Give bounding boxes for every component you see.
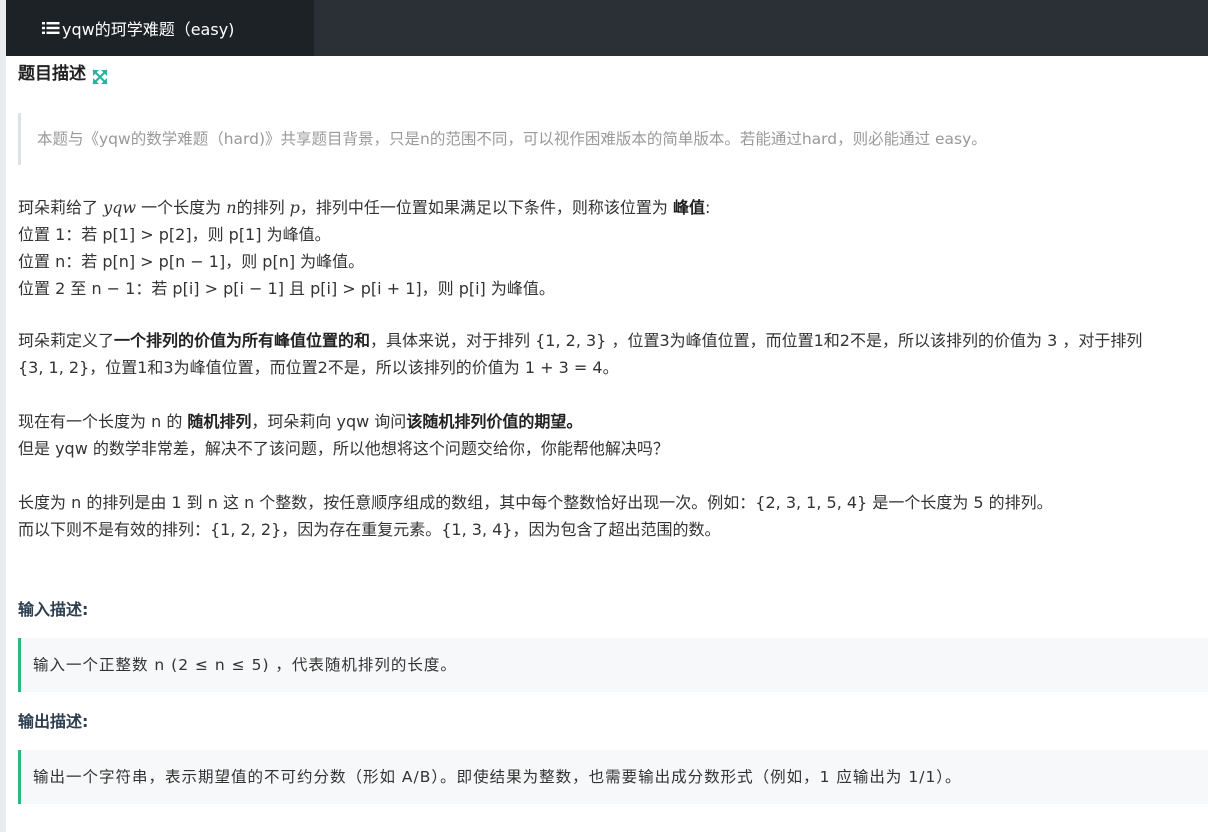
permutation-line-2: 而以下则不是有效的排列：{1, 2, 2}，因为存在重复元素。{1, 3, 4}… (18, 520, 721, 539)
math-p: p (289, 198, 300, 217)
input-description: 输入一个正整数 n (2 ≤ n ≤ 5) ，代表随机排列的长度。 (33, 656, 457, 674)
text-segment: 现在有一个长度为 n 的 (18, 412, 188, 431)
note-text: 本题与《yqw的数学难题（hard)》共享题目背景，只是n的范围不同，可以视作困… (37, 130, 987, 148)
note-blockquote: 本题与《yqw的数学难题（hard)》共享题目背景，只是n的范围不同，可以视作困… (18, 113, 1201, 165)
list-icon (42, 21, 60, 35)
heading-text: 题目描述 (18, 64, 86, 84)
bold-term-random-perm: 随机排列 (187, 412, 252, 431)
text-segment: 珂朵莉定义了 (18, 331, 115, 350)
text-segment: 珂朵莉给了 (18, 198, 104, 217)
definition-line-1: 珂朵莉给了 yqw 一个长度为 n的排列 p，排列中任一位置如果满足以下条件，则… (18, 194, 710, 221)
bold-term-value: 一个排列的价值为所有峰值位置的和 (114, 331, 371, 350)
bold-term-expectation: 该随机排列价值的期望。 (406, 412, 583, 431)
output-description-box: 输出一个字符串，表示期望值的不可约分数（形如 A/B）。即使结果为整数，也需要输… (18, 750, 1208, 804)
input-label: 输入描述: (18, 600, 89, 619)
tab-bar: yqw的珂学难题（easy) (6, 0, 1208, 56)
bold-term-peak: 峰值 (673, 198, 706, 217)
value-definition-line-2: {3, 1, 2}，位置1和3为峰值位置，而位置2不是，所以该排列的价值为 1 … (18, 358, 619, 377)
output-label: 输出描述: (18, 712, 89, 731)
permutation-line-1: 长度为 n 的排列是由 1 到 n 这 n 个整数，按任意顺序组成的数组，其中每… (18, 493, 1053, 512)
left-edge-strip (0, 0, 6, 832)
tab-title: yqw的珂学难题（easy) (62, 20, 235, 39)
output-description: 输出一个字符串，表示期望值的不可约分数（形如 A/B）。即使结果为整数，也需要输… (33, 768, 962, 786)
problem-heading: 题目描述 (18, 61, 108, 88)
text-segment: 的排列 (236, 198, 290, 217)
tab-problem[interactable]: yqw的珂学难题（easy) (6, 0, 314, 56)
input-description-box: 输入一个正整数 n (2 ≤ n ≤ 5) ，代表随机排列的长度。 (18, 638, 1208, 692)
expand-arrows-icon[interactable] (92, 67, 108, 85)
definition-line-4: 位置 2 至 n − 1：若 p[i] > p[i − 1] 且 p[i] > … (18, 279, 555, 298)
text-segment: 一个长度为 (136, 198, 227, 217)
definition-line-2: 位置 1：若 p[1] > p[2]，则 p[1] 为峰值。 (18, 225, 331, 244)
math-n: n (226, 198, 237, 217)
definition-line-3: 位置 n：若 p[n] > p[n − 1]，则 p[n] 为峰值。 (18, 252, 365, 271)
task-line-1: 现在有一个长度为 n 的 随机排列，珂朵莉向 yqw 询问该随机排列价值的期望。 (18, 408, 582, 435)
task-line-2: 但是 yqw 的数学非常差，解决不了该问题，所以他想将这个问题交给你，你能帮他解… (18, 439, 669, 458)
value-definition-line-1: 珂朵莉定义了一个排列的价值为所有峰值位置的和，具体来说，对于排列 {1, 2, … (18, 327, 1142, 354)
math-yqw: yqw (103, 198, 137, 217)
text-segment: ，具体来说，对于排列 {1, 2, 3} ，位置3为峰值位置，而位置1和2不是，… (370, 331, 1143, 350)
text-segment: : (705, 198, 711, 217)
text-segment: ，排列中任一位置如果满足以下条件，则称该位置为 (299, 198, 674, 217)
text-segment: ，珂朵莉向 yqw 询问 (251, 412, 407, 431)
